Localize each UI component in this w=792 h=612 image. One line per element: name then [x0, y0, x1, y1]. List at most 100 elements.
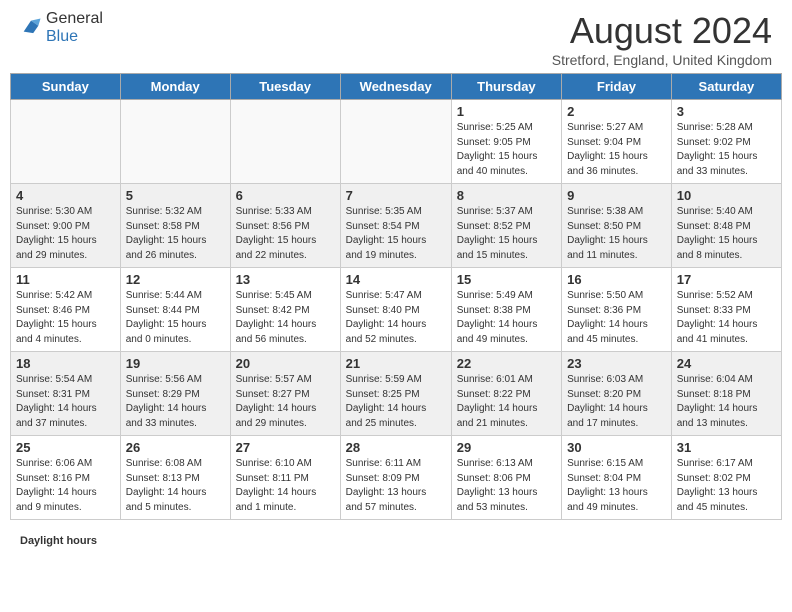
day-info: Sunrise: 5:25 AM Sunset: 9:05 PM Dayligh…	[457, 121, 556, 179]
day-number: 24	[677, 356, 776, 371]
calendar-week-row: 18Sunrise: 5:54 AM Sunset: 8:31 PM Dayli…	[11, 352, 782, 436]
calendar-week-row: 4 Sunrise: 5:30 AM Sunset: 9:00 PM Daylig…	[11, 184, 782, 268]
table-row: 25 Sunrise: 6:06 AM Sunset: 8:16 PM Dayli…	[11, 436, 121, 520]
day-info: Sunrise: 5:33 AM Sunset: 8:56 PM Dayligh…	[236, 205, 335, 263]
table-row: 9Sunrise: 5:38 AM Sunset: 8:50 PM Daylig…	[562, 184, 672, 268]
table-row: 7 Sunrise: 5:35 AM Sunset: 8:54 PM Daylig…	[340, 184, 451, 268]
day-number: 4	[16, 188, 115, 203]
table-row: 17 Sunrise: 5:52 AM Sunset: 8:33 PM Dayli…	[671, 268, 781, 352]
day-number: 11	[16, 272, 115, 287]
day-info: Sunrise: 6:06 AM Sunset: 8:16 PM Dayligh…	[16, 457, 115, 515]
day-number: 26	[126, 440, 225, 455]
day-number: 25	[16, 440, 115, 455]
calendar-table: Sunday Monday Tuesday Wednesday Thursday…	[10, 73, 782, 520]
day-info: Sunrise: 6:01 AM Sunset: 8:22 PM Dayligh…	[457, 373, 556, 431]
table-row: 22 Sunrise: 6:01 AM Sunset: 8:22 PM Dayli…	[451, 352, 561, 436]
day-info: Sunrise: 5:42 AM Sunset: 8:46 PM Dayligh…	[16, 289, 115, 347]
col-friday: Friday	[562, 74, 672, 100]
page-container: General Blue August 2024 Stretford, Engl…	[0, 0, 792, 555]
logo-blue-text: Blue	[46, 28, 78, 45]
day-number: 31	[677, 440, 776, 455]
day-info: Sunrise: 6:04 AM Sunset: 8:18 PM Dayligh…	[677, 373, 776, 431]
header: General Blue August 2024 Stretford, Engl…	[0, 0, 792, 73]
daylight-hours-label: Daylight hours	[20, 535, 97, 547]
calendar-week-row: 1Sunrise: 5:25 AM Sunset: 9:05 PM Daylig…	[11, 100, 782, 184]
table-row: 12 Sunrise: 5:44 AM Sunset: 8:44 PM Dayli…	[120, 268, 230, 352]
day-info: Sunrise: 6:11 AM Sunset: 8:09 PM Dayligh…	[346, 457, 446, 515]
day-info: Sunrise: 6:15 AM Sunset: 8:04 PM Dayligh…	[567, 457, 666, 515]
month-year-title: August 2024	[552, 10, 772, 52]
table-row: 23 Sunrise: 6:03 AM Sunset: 8:20 PM Dayli…	[562, 352, 672, 436]
table-row: 31 Sunrise: 6:17 AM Sunset: 8:02 PM Dayli…	[671, 436, 781, 520]
table-row: 1Sunrise: 5:25 AM Sunset: 9:05 PM Daylig…	[451, 100, 561, 184]
table-row: 21Sunrise: 5:59 AM Sunset: 8:25 PM Dayli…	[340, 352, 451, 436]
logo-text: General Blue	[46, 10, 103, 46]
day-info: Sunrise: 6:03 AM Sunset: 8:20 PM Dayligh…	[567, 373, 666, 431]
day-number: 3	[677, 104, 776, 119]
day-number: 5	[126, 188, 225, 203]
day-number: 29	[457, 440, 556, 455]
table-row: 10 Sunrise: 5:40 AM Sunset: 8:48 PM Dayli…	[671, 184, 781, 268]
day-info: Sunrise: 5:35 AM Sunset: 8:54 PM Dayligh…	[346, 205, 446, 263]
table-row	[11, 100, 121, 184]
logo-bird-icon	[20, 17, 42, 39]
table-row: 18Sunrise: 5:54 AM Sunset: 8:31 PM Dayli…	[11, 352, 121, 436]
table-row: 4 Sunrise: 5:30 AM Sunset: 9:00 PM Daylig…	[11, 184, 121, 268]
day-info: Sunrise: 5:49 AM Sunset: 8:38 PM Dayligh…	[457, 289, 556, 347]
day-number: 19	[126, 356, 225, 371]
table-row: 6Sunrise: 5:33 AM Sunset: 8:56 PM Daylig…	[230, 184, 340, 268]
day-number: 2	[567, 104, 666, 119]
table-row: 2Sunrise: 5:27 AM Sunset: 9:04 PM Daylig…	[562, 100, 672, 184]
table-row: 26Sunrise: 6:08 AM Sunset: 8:13 PM Dayli…	[120, 436, 230, 520]
day-number: 7	[346, 188, 446, 203]
table-row: 3 Sunrise: 5:28 AM Sunset: 9:02 PM Daylig…	[671, 100, 781, 184]
day-info: Sunrise: 5:28 AM Sunset: 9:02 PM Dayligh…	[677, 121, 776, 179]
day-info: Sunrise: 5:54 AM Sunset: 8:31 PM Dayligh…	[16, 373, 115, 431]
day-number: 27	[236, 440, 335, 455]
col-sunday: Sunday	[11, 74, 121, 100]
day-info: Sunrise: 5:45 AM Sunset: 8:42 PM Dayligh…	[236, 289, 335, 347]
day-number: 30	[567, 440, 666, 455]
table-row: 29Sunrise: 6:13 AM Sunset: 8:06 PM Dayli…	[451, 436, 561, 520]
day-number: 9	[567, 188, 666, 203]
day-number: 13	[236, 272, 335, 287]
day-info: Sunrise: 6:17 AM Sunset: 8:02 PM Dayligh…	[677, 457, 776, 515]
day-number: 14	[346, 272, 446, 287]
footer: Daylight hours	[0, 530, 792, 555]
table-row: 5 Sunrise: 5:32 AM Sunset: 8:58 PM Daylig…	[120, 184, 230, 268]
day-info: Sunrise: 5:52 AM Sunset: 8:33 PM Dayligh…	[677, 289, 776, 347]
day-number: 22	[457, 356, 556, 371]
table-row: 27 Sunrise: 6:10 AM Sunset: 8:11 PM Dayli…	[230, 436, 340, 520]
day-info: Sunrise: 5:32 AM Sunset: 8:58 PM Dayligh…	[126, 205, 225, 263]
day-number: 10	[677, 188, 776, 203]
day-info: Sunrise: 5:30 AM Sunset: 9:00 PM Dayligh…	[16, 205, 115, 263]
day-info: Sunrise: 5:44 AM Sunset: 8:44 PM Dayligh…	[126, 289, 225, 347]
day-number: 12	[126, 272, 225, 287]
table-row: 15 Sunrise: 5:49 AM Sunset: 8:38 PM Dayli…	[451, 268, 561, 352]
table-row: 20Sunrise: 5:57 AM Sunset: 8:27 PM Dayli…	[230, 352, 340, 436]
day-info: Sunrise: 6:10 AM Sunset: 8:11 PM Dayligh…	[236, 457, 335, 515]
day-info: Sunrise: 5:47 AM Sunset: 8:40 PM Dayligh…	[346, 289, 446, 347]
day-number: 15	[457, 272, 556, 287]
day-number: 28	[346, 440, 446, 455]
table-row	[230, 100, 340, 184]
day-number: 8	[457, 188, 556, 203]
col-wednesday: Wednesday	[340, 74, 451, 100]
day-number: 21	[346, 356, 446, 371]
table-row: 16Sunrise: 5:50 AM Sunset: 8:36 PM Dayli…	[562, 268, 672, 352]
day-number: 17	[677, 272, 776, 287]
calendar-week-row: 11 Sunrise: 5:42 AM Sunset: 8:46 PM Dayli…	[11, 268, 782, 352]
table-row: 13 Sunrise: 5:45 AM Sunset: 8:42 PM Dayli…	[230, 268, 340, 352]
col-tuesday: Tuesday	[230, 74, 340, 100]
col-monday: Monday	[120, 74, 230, 100]
table-row: 14 Sunrise: 5:47 AM Sunset: 8:40 PM Dayli…	[340, 268, 451, 352]
table-row: 11 Sunrise: 5:42 AM Sunset: 8:46 PM Dayli…	[11, 268, 121, 352]
table-row: 8Sunrise: 5:37 AM Sunset: 8:52 PM Daylig…	[451, 184, 561, 268]
calendar-header-row: Sunday Monday Tuesday Wednesday Thursday…	[11, 74, 782, 100]
col-thursday: Thursday	[451, 74, 561, 100]
table-row: 28 Sunrise: 6:11 AM Sunset: 8:09 PM Dayli…	[340, 436, 451, 520]
table-row	[120, 100, 230, 184]
location-text: Stretford, England, United Kingdom	[552, 52, 772, 68]
day-info: Sunrise: 5:40 AM Sunset: 8:48 PM Dayligh…	[677, 205, 776, 263]
day-number: 23	[567, 356, 666, 371]
